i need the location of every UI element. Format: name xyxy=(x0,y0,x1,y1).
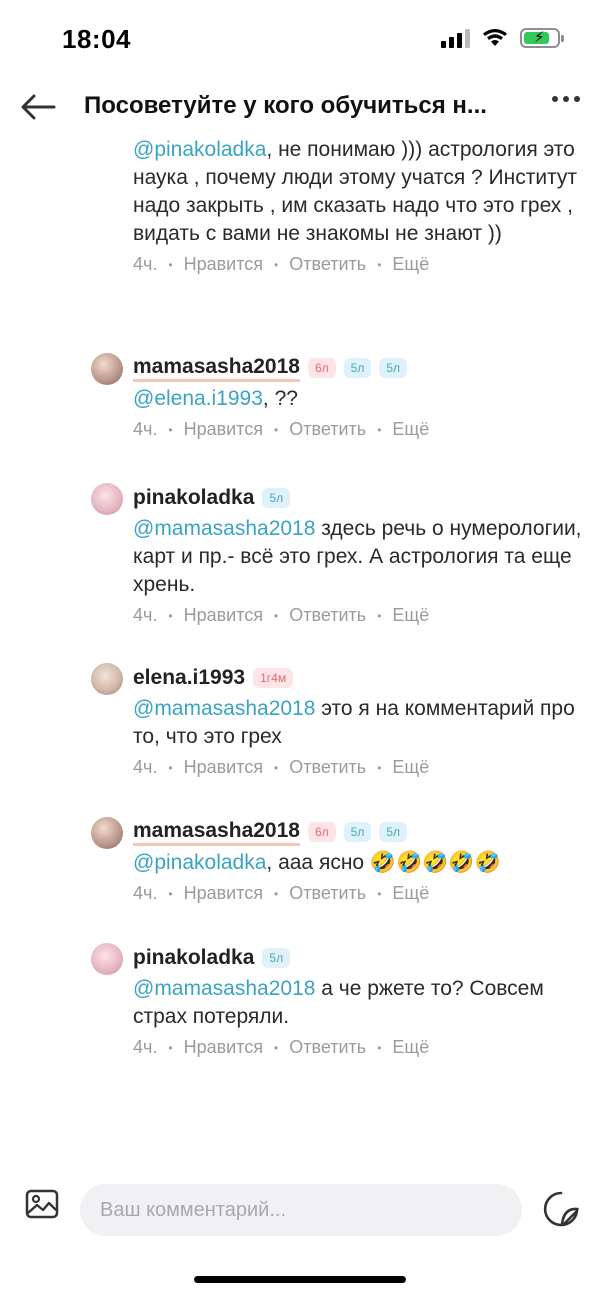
battery-icon: ⚡ xyxy=(520,28,564,48)
like-button[interactable]: Нравится xyxy=(184,757,263,778)
comment-time: 4ч. xyxy=(133,419,158,439)
avatar[interactable] xyxy=(91,353,123,385)
back-arrow-icon[interactable] xyxy=(18,90,58,124)
wifi-icon xyxy=(483,29,507,46)
reply-button[interactable]: Ответить xyxy=(289,605,366,626)
more-button[interactable]: Ещё xyxy=(392,605,429,626)
more-button[interactable]: Ещё xyxy=(392,419,429,440)
comment-text: @mamasasha2018 это я на комментарий про … xyxy=(133,697,575,748)
like-button[interactable]: Нравится xyxy=(184,419,263,440)
status-icons: ⚡ xyxy=(441,28,564,48)
comment-actions: 4ч. • Нравится • Ответить • Ещё xyxy=(133,605,430,626)
comment-actions: 4ч. • Нравится • Ответить • Ещё xyxy=(133,757,430,778)
cellular-signal-icon xyxy=(441,28,470,48)
avatar[interactable] xyxy=(91,817,123,849)
mention-link[interactable]: @pinakoladka xyxy=(133,851,266,874)
comment-item: elena.i1993 1г4м @mamasasha2018 это я на… xyxy=(91,661,582,778)
comment-text: @mamasasha2018 а че ржете то? Совсем стр… xyxy=(133,977,544,1028)
badge: 6л xyxy=(307,358,336,378)
more-button[interactable]: Ещё xyxy=(392,883,429,904)
like-button[interactable]: Нравится xyxy=(184,883,263,904)
comment-time: 4ч. xyxy=(133,883,158,903)
comment-author[interactable]: pinakoladka xyxy=(133,486,254,510)
home-indicator xyxy=(194,1276,406,1283)
more-button[interactable]: Ещё xyxy=(392,757,429,778)
comment-time: 4ч. xyxy=(133,757,158,777)
comment-text: @pinakoladka, не понимаю ))) астрология … xyxy=(133,138,578,245)
mention-link[interactable]: @pinakoladka xyxy=(133,138,266,161)
avatar[interactable] xyxy=(91,483,123,515)
reply-button[interactable]: Ответить xyxy=(289,1037,366,1058)
comment-item: mamasasha2018 6л 5л 5л @pinakoladka, ааа… xyxy=(91,815,582,904)
avatar[interactable] xyxy=(91,943,123,975)
sticker-icon[interactable] xyxy=(542,1190,580,1228)
comment-time: 4ч. xyxy=(133,1037,158,1057)
like-button[interactable]: Нравится xyxy=(184,605,263,626)
comment-author[interactable]: pinakoladka xyxy=(133,946,254,970)
status-time: 18:04 xyxy=(62,24,131,54)
comment-text: @elena.i1993, ?? xyxy=(133,387,298,410)
like-button[interactable]: Нравится xyxy=(184,1037,263,1058)
comment-actions: 4ч. • Нравится • Ответить • Ещё xyxy=(133,419,430,440)
avatar[interactable] xyxy=(91,663,123,695)
comment-composer xyxy=(0,1170,600,1250)
comment-time: 4ч. xyxy=(133,605,158,625)
more-button[interactable]: Ещё xyxy=(392,1037,429,1058)
badge: 5л xyxy=(379,822,408,842)
comment-item: mamasasha2018 6л 5л 5л @elena.i1993, ?? … xyxy=(91,351,582,440)
reply-button[interactable]: Ответить xyxy=(289,419,366,440)
comment-author[interactable]: mamasasha2018 xyxy=(133,819,300,846)
nav-bar: Посоветуйте у кого обучиться н... xyxy=(0,78,600,136)
comment-item: pinakoladka 5л @mamasasha2018 здесь речь… xyxy=(91,481,582,626)
comment-actions: 4ч. • Нравится • Ответить • Ещё xyxy=(133,254,430,275)
reply-button[interactable]: Ответить xyxy=(289,757,366,778)
badge: 5л xyxy=(262,948,291,968)
status-bar: 18:04 ⚡ xyxy=(0,0,600,80)
comment-actions: 4ч. • Нравится • Ответить • Ещё xyxy=(133,1037,430,1058)
reply-button[interactable]: Ответить xyxy=(289,254,366,275)
more-button[interactable]: Ещё xyxy=(392,254,429,275)
badge: 5л xyxy=(379,358,408,378)
like-button[interactable]: Нравится xyxy=(184,254,263,275)
page-title: Посоветуйте у кого обучиться н... xyxy=(84,92,487,119)
mention-link[interactable]: @elena.i1993 xyxy=(133,387,263,410)
reply-button[interactable]: Ответить xyxy=(289,883,366,904)
badge: 5л xyxy=(343,822,372,842)
more-options-icon[interactable] xyxy=(552,96,580,102)
comment-author[interactable]: elena.i1993 xyxy=(133,666,245,690)
badge: 1г4м xyxy=(253,668,294,688)
comment-text: @mamasasha2018 здесь речь о нумерологии,… xyxy=(133,517,582,596)
comment-input[interactable] xyxy=(80,1184,522,1236)
badge: 5л xyxy=(343,358,372,378)
mention-link[interactable]: @mamasasha2018 xyxy=(133,697,315,720)
badge: 5л xyxy=(262,488,291,508)
comment-item: pinakoladka 5л @mamasasha2018 а че ржете… xyxy=(91,941,582,1058)
comment-actions: 4ч. • Нравится • Ответить • Ещё xyxy=(133,883,430,904)
comment-text: @pinakoladka, ааа ясно 🤣🤣🤣🤣🤣 xyxy=(133,851,501,874)
mention-link[interactable]: @mamasasha2018 xyxy=(133,977,315,1000)
comment-time: 4ч. xyxy=(133,254,158,274)
comment-item: mamasasha2018 6л 5л 5л @pinakoladka, не … xyxy=(91,126,582,275)
comment-author[interactable]: mamasasha2018 xyxy=(133,355,300,382)
image-attach-icon[interactable] xyxy=(24,1186,60,1222)
comments-feed[interactable]: mamasasha2018 6л 5л 5л @pinakoladka, не … xyxy=(0,126,600,1166)
mention-link[interactable]: @mamasasha2018 xyxy=(133,517,315,540)
badge: 6л xyxy=(307,822,336,842)
